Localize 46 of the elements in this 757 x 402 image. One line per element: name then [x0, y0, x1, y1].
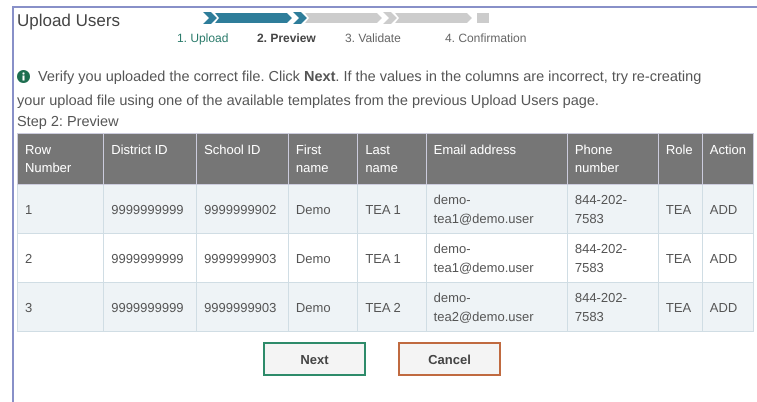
table-cell: TEA	[658, 234, 702, 282]
column-header: Phone number	[567, 134, 658, 184]
column-header: First name	[288, 134, 358, 184]
step-label: 1. Upload	[177, 31, 230, 45]
table-cell: Demo	[288, 234, 358, 282]
table-cell: 844-202-7583	[567, 184, 658, 234]
table-cell: demo-tea2@demo.user	[426, 282, 568, 332]
table-cell: Demo	[288, 282, 358, 332]
cancel-button[interactable]: Cancel	[398, 342, 501, 376]
table-cell: demo-tea1@demo.user	[426, 234, 568, 282]
table-cell: 3	[18, 282, 104, 332]
table-cell: 9999999999	[104, 234, 197, 282]
table-cell: 1	[18, 184, 104, 234]
info-icon	[17, 70, 30, 83]
table-cell: 9999999903	[196, 282, 288, 332]
table-cell: TEA	[658, 184, 702, 234]
table-cell: ADD	[702, 282, 754, 332]
column-header: School ID	[196, 134, 288, 184]
page-title: Upload Users	[17, 11, 121, 31]
info-message: Verify you uploaded the correct file. Click Next. If the values in the columns are incorrect, try re-creating your upload file using one of the available templates from the previous Upload Users page.	[17, 68, 702, 111]
table-cell: TEA 2	[358, 282, 426, 332]
step-label: 4. Confirmation	[445, 31, 528, 45]
column-header: Row Number	[18, 134, 104, 184]
table-cell: 2	[18, 234, 104, 282]
column-header: Role	[658, 134, 702, 184]
table-cell: demo-tea1@demo.user	[426, 184, 568, 234]
table-cell: ADD	[702, 234, 754, 282]
table-cell: 844-202-7583	[567, 234, 658, 282]
step-label: 2. Preview	[257, 31, 317, 45]
table-cell: 844-202-7583	[567, 282, 658, 332]
column-header: Action	[702, 134, 754, 184]
table-cell: 9999999999	[104, 184, 197, 234]
table-cell: 9999999903	[196, 234, 288, 282]
table-cell: 9999999999	[104, 282, 197, 332]
next-button[interactable]: Next	[263, 342, 366, 376]
column-header: Email address	[426, 134, 568, 184]
step-label: 3. Validate	[345, 31, 402, 45]
table-cell: ADD	[702, 184, 754, 234]
table-cell: Demo	[288, 184, 358, 234]
table-cell: 9999999902	[196, 184, 288, 234]
table-cell: TEA 1	[358, 184, 426, 234]
section-title: Step 2: Preview	[17, 114, 120, 130]
column-header: Last name	[358, 134, 426, 184]
table-cell: TEA	[658, 282, 702, 332]
column-header: District ID	[104, 134, 197, 184]
table-cell: TEA 1	[358, 234, 426, 282]
